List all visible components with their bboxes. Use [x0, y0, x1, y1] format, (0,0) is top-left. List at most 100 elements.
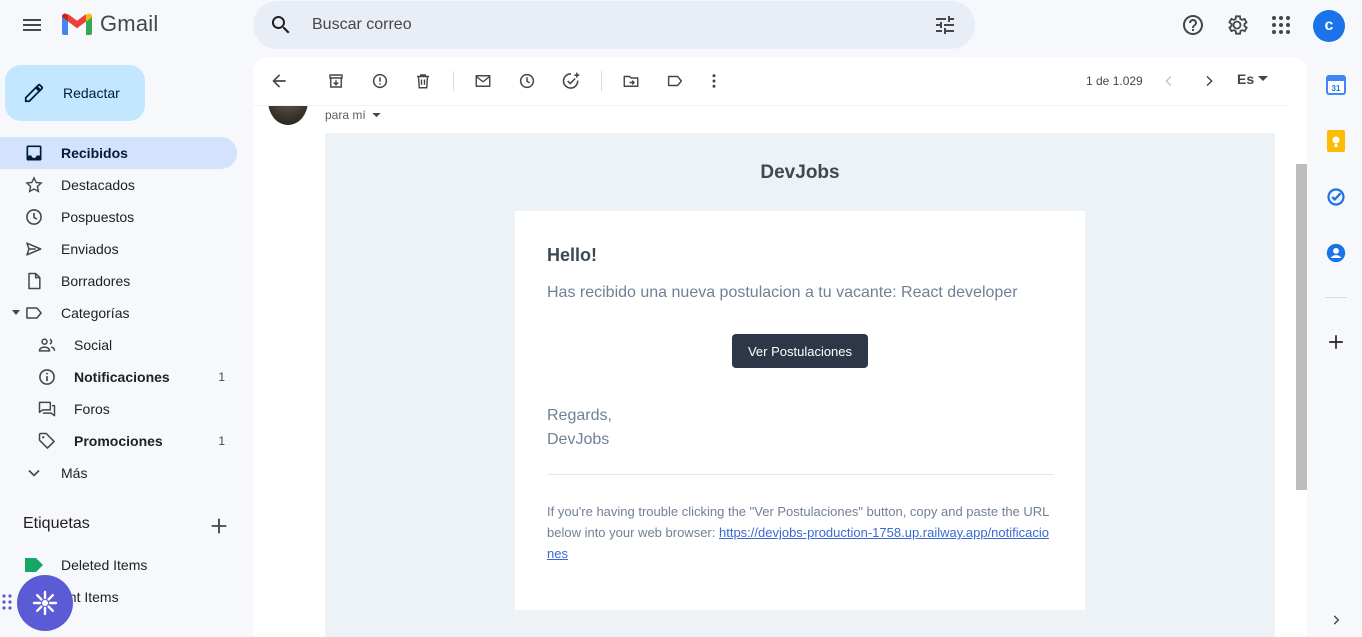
- support-button[interactable]: [1173, 5, 1213, 45]
- nav-item-snoozed[interactable]: Pospuestos: [0, 201, 237, 233]
- nav-item-promotions[interactable]: Promociones 1: [0, 425, 237, 457]
- people-icon: [37, 335, 57, 355]
- email-brand-header: DevJobs: [760, 162, 840, 183]
- get-addons-button[interactable]: [1323, 329, 1349, 355]
- nav-item-label: Enviados: [61, 241, 119, 257]
- input-language-button[interactable]: Es: [1237, 71, 1269, 87]
- caret-down-icon[interactable]: [11, 309, 21, 317]
- email-body: DevJobs Hello! Has recibido una nueva po…: [325, 133, 1275, 637]
- expand-panel-button[interactable]: [1323, 607, 1349, 633]
- add-task-icon: [562, 72, 580, 89]
- send-icon: [24, 239, 44, 259]
- compose-button[interactable]: Redactar: [5, 65, 145, 121]
- contacts-addon[interactable]: [1323, 240, 1349, 266]
- search-icon[interactable]: [269, 13, 293, 37]
- inbox-icon: [24, 143, 44, 163]
- keep-addon[interactable]: [1323, 128, 1349, 154]
- account-avatar[interactable]: c: [1313, 10, 1345, 42]
- pagination-text: 1 de 1.029: [1086, 74, 1143, 88]
- gmail-m-icon: [62, 13, 92, 35]
- keep-icon: [1327, 130, 1345, 152]
- forum-icon: [37, 399, 57, 419]
- pencil-icon: [24, 83, 44, 103]
- nav-item-social[interactable]: Social: [0, 329, 237, 361]
- nav-item-label: Borradores: [61, 273, 131, 289]
- email-signoff: Regards, DevJobs: [547, 404, 612, 452]
- nav-item-sent[interactable]: Enviados: [0, 233, 237, 265]
- extension-fab[interactable]: [17, 575, 73, 631]
- apps-grid-icon: [1272, 16, 1290, 34]
- info-icon: [37, 367, 57, 387]
- recipient-label: para mí: [325, 108, 366, 122]
- gmail-logo[interactable]: Gmail: [60, 11, 158, 37]
- svg-text:31: 31: [1332, 84, 1341, 93]
- contacts-icon: [1326, 243, 1346, 263]
- search-input[interactable]: [310, 15, 914, 35]
- tasks-addon[interactable]: [1323, 184, 1349, 210]
- scrollbar[interactable]: [1296, 164, 1307, 490]
- label-item-label: Deleted Items: [61, 557, 148, 573]
- newer-button[interactable]: [1149, 61, 1189, 101]
- nav-item-inbox[interactable]: Recibidos: [0, 137, 237, 169]
- help-icon: [1183, 15, 1203, 35]
- nav-item-starred[interactable]: Destacados: [0, 169, 237, 201]
- language-label: Es: [1237, 71, 1255, 87]
- add-to-tasks-button[interactable]: [551, 61, 591, 101]
- search-options-icon[interactable]: [933, 13, 957, 37]
- gear-icon: [1228, 15, 1248, 35]
- calendar-icon: 31: [1326, 75, 1346, 95]
- mail-icon: [475, 75, 491, 87]
- mark-unread-button[interactable]: [463, 61, 503, 101]
- archive-button[interactable]: [316, 61, 356, 101]
- nav-item-label: Destacados: [61, 177, 135, 193]
- nav-item-more[interactable]: Más: [0, 457, 237, 489]
- nav-item-label: Social: [74, 337, 113, 353]
- nav-item-label: Más: [61, 465, 88, 481]
- compose-label: Redactar: [63, 85, 120, 101]
- main-menu-button[interactable]: [12, 5, 52, 45]
- chevron-left-icon: [1165, 75, 1172, 87]
- back-button[interactable]: [259, 61, 299, 101]
- message-toolbar: 1 de 1.029 Es: [253, 57, 1289, 106]
- recipient-details[interactable]: para mí: [325, 108, 381, 122]
- nav-item-categories[interactable]: Categorías: [0, 297, 237, 329]
- view-applications-button[interactable]: Ver Postulaciones: [732, 334, 868, 368]
- labels-button[interactable]: [655, 61, 695, 101]
- label-icon: [24, 303, 44, 323]
- snooze-button[interactable]: [507, 61, 547, 101]
- move-to-button[interactable]: [611, 61, 651, 101]
- chevron-right-icon: [1206, 75, 1213, 87]
- create-label-button[interactable]: [208, 515, 230, 537]
- chevron-down-icon: [24, 463, 44, 483]
- delete-button[interactable]: [403, 61, 443, 101]
- calendar-addon[interactable]: 31: [1323, 72, 1349, 98]
- nav-item-drafts[interactable]: Borradores: [0, 265, 237, 297]
- signature-line: DevJobs: [547, 431, 610, 448]
- clock-icon: [519, 73, 535, 89]
- divider: [547, 474, 1054, 475]
- label-color-icon: [24, 555, 44, 575]
- labels-heading: Etiquetas: [23, 515, 90, 532]
- report-icon: [372, 73, 388, 89]
- arrow-back-icon: [272, 74, 286, 88]
- more-options-button[interactable]: [694, 61, 734, 101]
- tag-icon: [37, 431, 57, 451]
- older-button[interactable]: [1189, 61, 1229, 101]
- email-footer-text: If you're having trouble clicking the "V…: [547, 501, 1052, 564]
- report-spam-button[interactable]: [360, 61, 400, 101]
- nav-item-label: Categorías: [61, 305, 130, 321]
- settings-button[interactable]: [1217, 5, 1257, 45]
- nav-item-label: Promociones: [74, 433, 163, 449]
- draft-icon: [24, 271, 44, 291]
- drag-handle-icon[interactable]: [2, 594, 12, 610]
- nav-item-updates[interactable]: Notificaciones 1: [0, 361, 237, 393]
- trash-icon: [417, 74, 429, 89]
- nav-item-forums[interactable]: Foros: [0, 393, 237, 425]
- plus-icon: [1329, 335, 1343, 349]
- google-apps-button[interactable]: [1261, 5, 1301, 45]
- search-bar[interactable]: [253, 1, 975, 49]
- nav-item-label: Notificaciones: [74, 369, 170, 385]
- nav-item-label: Recibidos: [61, 145, 128, 161]
- unread-count: 1: [218, 370, 225, 384]
- email-card: Hello! Has recibido una nueva postulacio…: [515, 211, 1085, 610]
